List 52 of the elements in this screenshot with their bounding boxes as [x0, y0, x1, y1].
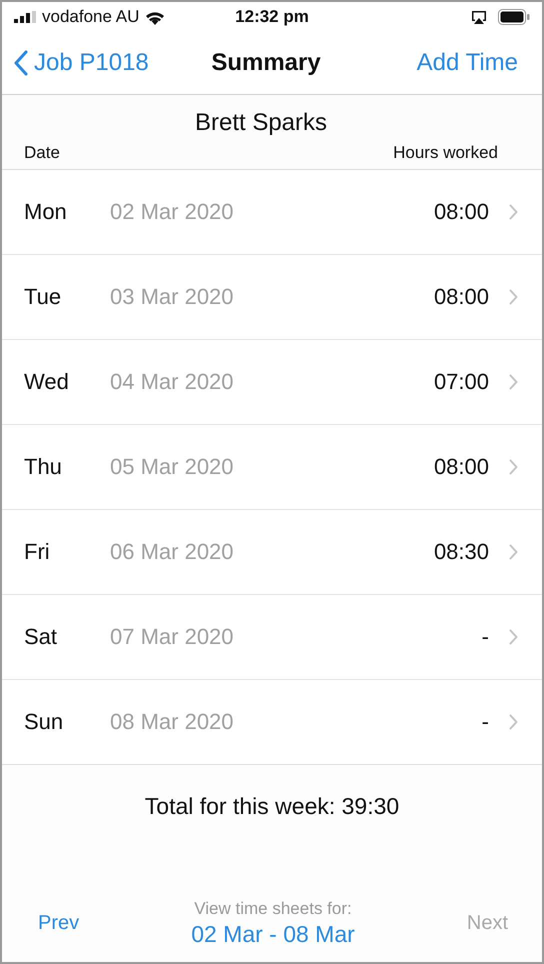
hours-value: - — [482, 624, 489, 650]
day-row[interactable]: Sat 07 Mar 2020 - — [2, 595, 542, 680]
day-name: Fri — [24, 539, 51, 565]
add-time-link[interactable]: Add Time — [416, 49, 518, 76]
chevron-right-icon — [509, 714, 518, 730]
column-header: Date — [24, 143, 60, 163]
date-text: 07 Mar 2020 — [110, 624, 235, 650]
carrier-name: vodafone AU — [42, 7, 140, 27]
date-range-link[interactable]: 02 Mar - 08 Mar — [191, 921, 355, 948]
hours-value: 07:00 — [434, 369, 489, 395]
hours-value: 08:00 — [434, 454, 489, 480]
clock-time: 12:32 pm — [235, 7, 309, 27]
day-name: Wed — [24, 369, 70, 395]
prev-button[interactable]: Prev — [38, 908, 80, 939]
day-row[interactable]: Tue 03 Mar 2020 08:00 — [2, 255, 542, 340]
chevron-right-icon — [509, 204, 518, 220]
day-name: Thu — [24, 454, 63, 480]
day-row[interactable]: Mon 02 Mar 2020 08:00 — [2, 170, 542, 255]
date-text: 08 Mar 2020 — [110, 709, 235, 735]
weekly-total: Total for this week: 39:30 — [144, 793, 400, 819]
chevron-right-icon — [509, 459, 518, 475]
day-name: Tue — [24, 284, 62, 310]
date-text: 05 Mar 2020 — [110, 454, 235, 480]
day-row[interactable]: Wed 04 Mar 2020 07:00 — [2, 340, 542, 425]
employee-name: Brett Sparks — [194, 109, 328, 136]
back-link[interactable]: Job P1018 — [34, 49, 149, 77]
hours-value: 08:00 — [434, 199, 489, 225]
day-row[interactable]: Sun 08 Mar 2020 - — [2, 680, 542, 764]
column-header: Hours worked — [393, 143, 498, 163]
hours-value: 08:00 — [434, 284, 489, 310]
day-name: Mon — [24, 199, 68, 225]
date-text: 04 Mar 2020 — [110, 369, 235, 395]
date-text: 02 Mar 2020 — [110, 199, 235, 225]
date-text: 06 Mar 2020 — [110, 539, 235, 565]
back-chevron-icon[interactable] — [14, 50, 28, 76]
hours-value: 08:30 — [434, 539, 489, 565]
chevron-right-icon — [509, 374, 518, 390]
screen-mirroring-icon — [470, 10, 488, 24]
day-row[interactable]: Thu 05 Mar 2020 08:00 — [2, 425, 542, 510]
wifi-icon — [145, 10, 166, 24]
hours-value: - — [482, 709, 489, 735]
chevron-right-icon — [509, 544, 518, 560]
signal-icon — [14, 11, 36, 23]
day-name: Sat — [24, 624, 58, 650]
battery-icon — [498, 9, 530, 25]
day-row[interactable]: Fri 06 Mar 2020 08:30 — [2, 510, 542, 595]
screen-title: Summary — [211, 49, 321, 77]
date-text: 03 Mar 2020 — [110, 284, 235, 310]
chevron-right-icon — [509, 289, 518, 305]
chevron-right-icon — [509, 629, 518, 645]
range-caption: View time sheets for: — [194, 899, 352, 919]
day-name: Sun — [24, 709, 64, 735]
